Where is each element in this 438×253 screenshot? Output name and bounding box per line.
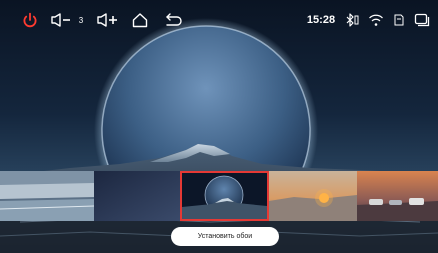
wallpaper-thumb-dark-gradient[interactable] bbox=[94, 171, 180, 221]
wifi-status bbox=[368, 8, 384, 32]
multi-window-button[interactable] bbox=[413, 8, 431, 32]
wifi-icon bbox=[369, 14, 383, 26]
wallpaper-carousel[interactable] bbox=[0, 171, 438, 221]
wallpaper-thumb-desert-sunset[interactable] bbox=[269, 171, 357, 221]
clock: 15:28 bbox=[306, 14, 336, 26]
sd-card-status bbox=[392, 8, 406, 32]
volume-up-icon bbox=[97, 13, 117, 27]
volume-up-button[interactable] bbox=[96, 8, 120, 32]
bluetooth-status bbox=[344, 8, 360, 32]
set-wallpaper-button[interactable]: Установить обои bbox=[171, 227, 279, 246]
power-icon bbox=[23, 12, 37, 28]
wallpaper-thumb-planet-mountain[interactable] bbox=[180, 171, 269, 221]
volume-down-button[interactable] bbox=[50, 8, 74, 32]
power-button[interactable] bbox=[20, 8, 40, 32]
home-icon bbox=[132, 13, 148, 28]
wallpaper-thumb-sunset-cars[interactable] bbox=[357, 171, 438, 221]
sd-card-icon bbox=[394, 14, 404, 26]
wallpaper-edge-left bbox=[0, 171, 94, 221]
status-bar: 3 15:28 bbox=[0, 0, 438, 40]
home-button[interactable] bbox=[130, 8, 150, 32]
wallpaper-screen: 3 15:28 Установить обои bbox=[0, 0, 438, 253]
multi-window-icon bbox=[414, 13, 430, 27]
back-button[interactable] bbox=[163, 8, 183, 32]
volume-level: 3 bbox=[78, 15, 84, 25]
volume-down-icon bbox=[51, 13, 70, 27]
back-icon bbox=[166, 13, 182, 26]
bluetooth-icon bbox=[346, 13, 359, 27]
